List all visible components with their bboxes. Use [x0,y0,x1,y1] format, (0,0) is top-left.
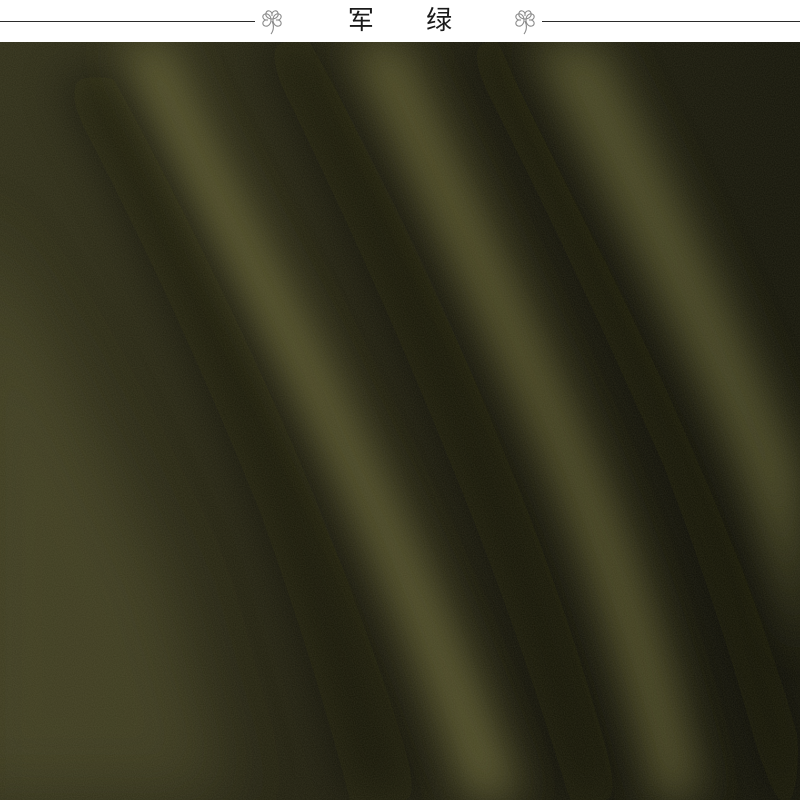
divider-line-right [542,21,800,22]
clover-icon [262,10,282,35]
color-name-title: 军 绿 [347,6,475,36]
color-header: 军 绿 [0,0,800,42]
clover-icon [515,10,535,35]
fabric-swatch-photo [0,42,800,800]
divider-line-left [0,21,255,22]
product-color-panel: 军 绿 [0,0,800,800]
